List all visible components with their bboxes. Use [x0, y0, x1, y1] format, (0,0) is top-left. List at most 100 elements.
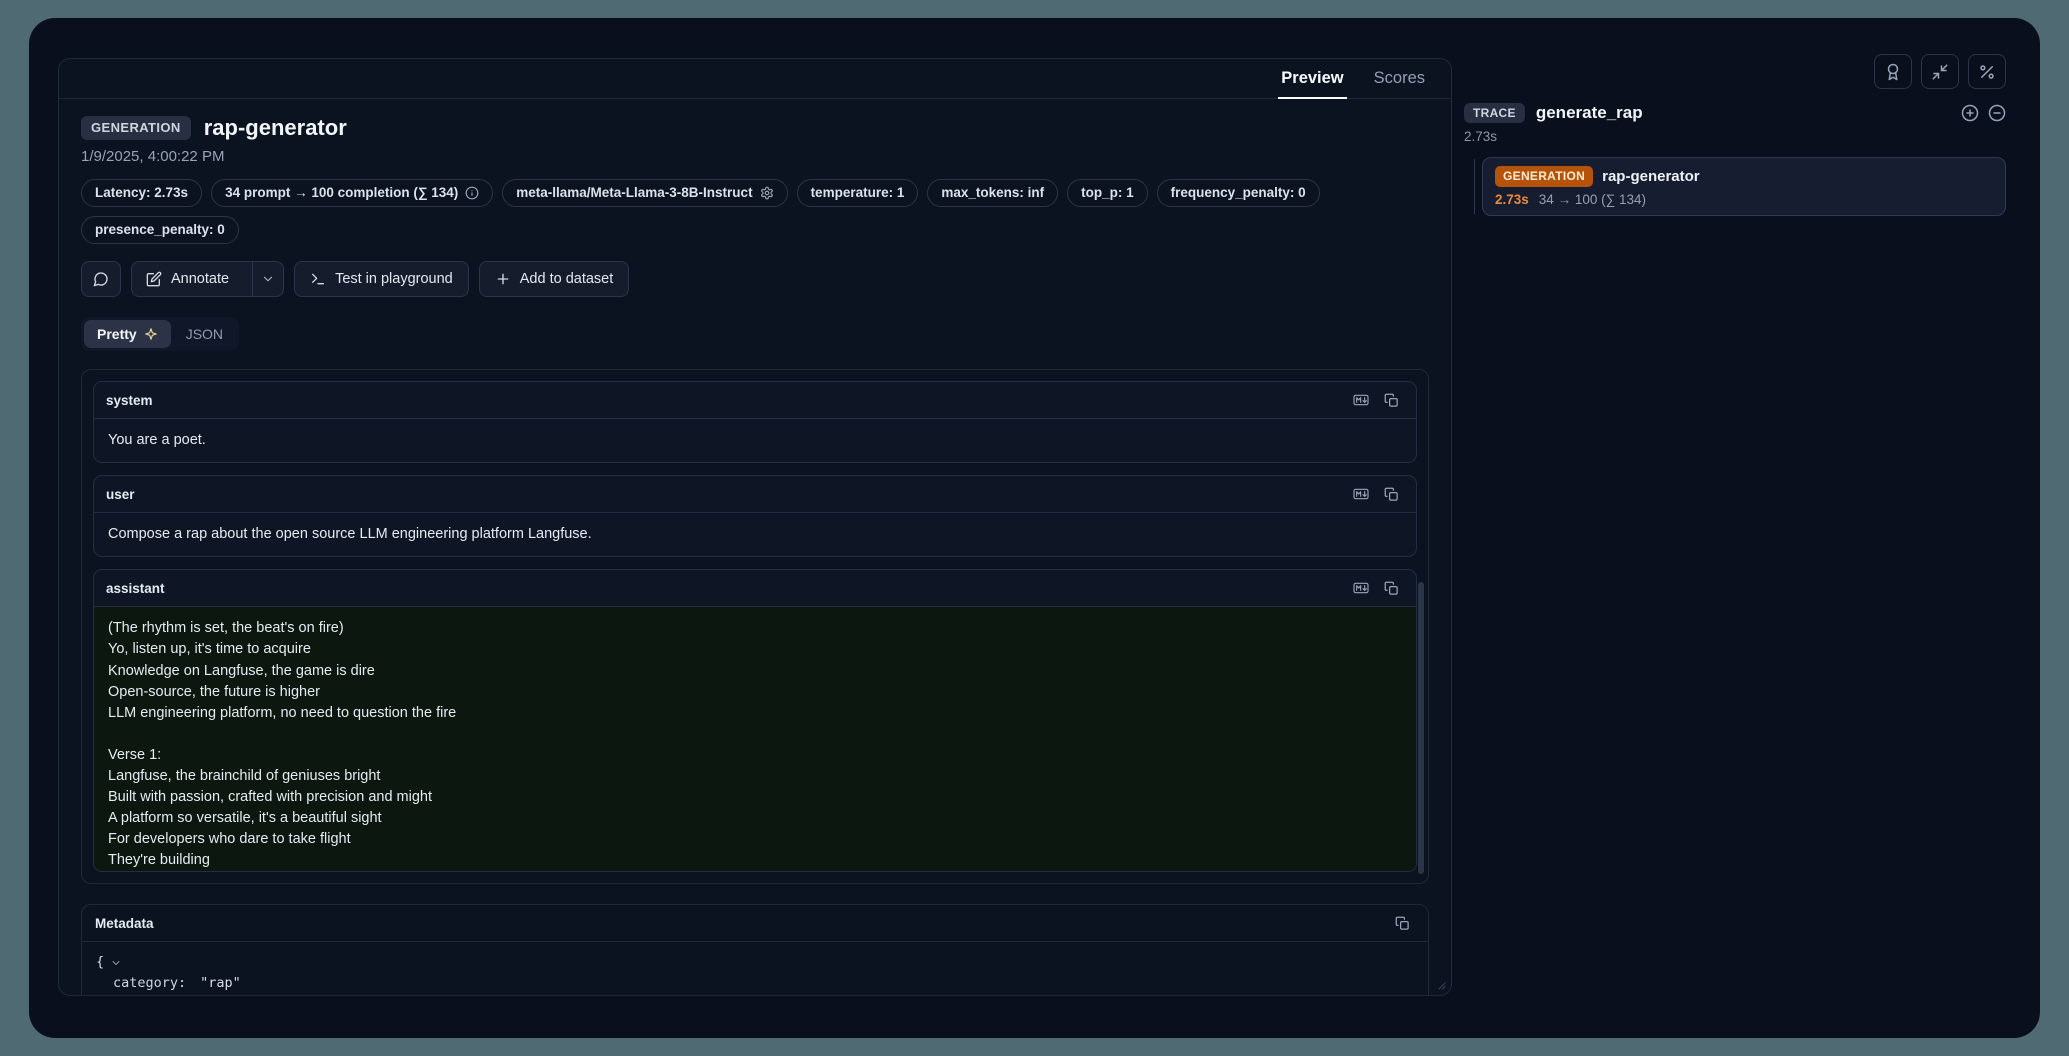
- view-mode-toggle: Pretty JSON: [81, 317, 239, 351]
- copy-icon: [1384, 487, 1399, 502]
- top-p-badge-label: top_p: 1: [1081, 184, 1134, 202]
- token-usage-label: 34 prompt → 100 completion (∑ 134): [225, 184, 458, 202]
- tab-preview-label: Preview: [1281, 69, 1343, 88]
- markdown-icon: [1353, 486, 1369, 502]
- observation-actions: Annotate Test in playground: [81, 261, 1429, 297]
- show-metrics-button[interactable]: [1968, 54, 2006, 89]
- presence-penalty-badge-label: presence_penalty: 0: [95, 221, 225, 239]
- tree-generation-badge: GENERATION: [1495, 166, 1593, 187]
- message-header: system: [94, 382, 1416, 419]
- temperature-badge: temperature: 1: [797, 179, 919, 207]
- message-card-user: user: [93, 475, 1417, 557]
- message-card-system: system: [93, 381, 1417, 463]
- observation-title: rap-generator: [204, 115, 347, 141]
- tab-scores-label: Scores: [1374, 69, 1425, 88]
- copy-message-button[interactable]: [1378, 388, 1404, 412]
- view-json-button[interactable]: JSON: [173, 320, 236, 348]
- scores-award-button[interactable]: [1874, 54, 1912, 89]
- annotate-label: Annotate: [171, 271, 229, 287]
- messages-scrollbar-thumb[interactable]: [1418, 582, 1424, 874]
- tab-scores[interactable]: Scores: [1360, 59, 1439, 98]
- message-role: system: [106, 393, 153, 408]
- observation-detail-card: Preview Scores GENERATION rap-generator …: [58, 58, 1452, 996]
- observation-type-badge: GENERATION: [81, 116, 191, 140]
- message-content: You are a poet.: [94, 419, 1416, 462]
- json-open-brace: {: [96, 952, 104, 972]
- annotate-split-button: Annotate: [131, 261, 284, 297]
- add-to-dataset-button[interactable]: Add to dataset: [479, 261, 630, 297]
- tree-item-rap-generator[interactable]: GENERATION rap-generator 2.73s 34 → 100 …: [1482, 157, 2006, 216]
- observation-header: GENERATION rap-generator: [81, 115, 1429, 141]
- tree-item-duration: 2.73s: [1495, 192, 1529, 207]
- annotate-dropdown-button[interactable]: [252, 262, 283, 296]
- message-tools: [1348, 576, 1404, 600]
- comments-button[interactable]: [81, 261, 121, 297]
- markdown-icon: [1353, 392, 1369, 408]
- chevron-down-icon: [261, 272, 275, 286]
- trace-panel-toolbar: [1464, 54, 2006, 89]
- copy-message-button[interactable]: [1378, 482, 1404, 506]
- view-pretty-button[interactable]: Pretty: [84, 320, 171, 348]
- markdown-toggle-button[interactable]: [1348, 576, 1374, 600]
- observation-tree: GENERATION rap-generator 2.73s 34 → 100 …: [1464, 157, 2006, 216]
- add-to-dataset-label: Add to dataset: [520, 271, 614, 287]
- token-usage-badge[interactable]: 34 prompt → 100 completion (∑ 134): [211, 179, 493, 207]
- plus-icon: [495, 271, 511, 287]
- markdown-icon: [1353, 580, 1369, 596]
- markdown-toggle-button[interactable]: [1348, 482, 1374, 506]
- latency-badge: Latency: 2.73s: [81, 179, 202, 207]
- metadata-card: Metadata { category:: [81, 904, 1429, 995]
- annotate-button[interactable]: Annotate: [132, 262, 243, 296]
- collapse-json-button[interactable]: [110, 957, 122, 969]
- model-settings-gear-icon[interactable]: [760, 186, 774, 200]
- terminal-icon: [310, 271, 326, 287]
- tree-indent-guide: [1474, 159, 1475, 214]
- tree-item-tokens: 34 → 100 (∑ 134): [1539, 192, 1646, 207]
- circle-plus-icon: [1961, 104, 1979, 122]
- model-badge-label: meta-llama/Meta-Llama-3-8B-Instruct: [516, 184, 752, 202]
- trace-header: TRACE generate_rap: [1464, 103, 2006, 123]
- frequency-penalty-badge-label: frequency_penalty: 0: [1171, 184, 1306, 202]
- sparkles-icon: [144, 327, 158, 341]
- percent-icon: [1978, 63, 1996, 81]
- copy-message-button[interactable]: [1378, 576, 1404, 600]
- trace-name: generate_rap: [1536, 103, 1950, 123]
- award-icon: [1884, 63, 1902, 81]
- copy-icon: [1384, 581, 1399, 596]
- message-card-assistant: assistant: [93, 569, 1417, 872]
- circle-minus-icon: [1988, 104, 2006, 122]
- tree-item-name: rap-generator: [1602, 168, 1700, 185]
- message-role: assistant: [106, 581, 165, 596]
- observation-timestamp: 1/9/2025, 4:00:22 PM: [81, 148, 1429, 165]
- tree-zoom-controls: [1961, 104, 2006, 122]
- json-value: "rap": [200, 973, 241, 993]
- json-close-brace: }: [96, 993, 104, 995]
- message-role: user: [106, 487, 135, 502]
- copy-metadata-button[interactable]: [1389, 911, 1415, 935]
- frequency-penalty-badge: frequency_penalty: 0: [1157, 179, 1320, 207]
- collapse-all-button[interactable]: [1988, 104, 2006, 122]
- test-in-playground-button[interactable]: Test in playground: [294, 261, 469, 297]
- presence-penalty-badge: presence_penalty: 0: [81, 216, 239, 244]
- expand-all-button[interactable]: [1961, 104, 1979, 122]
- max-tokens-badge-label: max_tokens: inf: [941, 184, 1044, 202]
- markdown-toggle-button[interactable]: [1348, 388, 1374, 412]
- model-badge[interactable]: meta-llama/Meta-Llama-3-8B-Instruct: [502, 179, 787, 207]
- trace-type-badge: TRACE: [1464, 103, 1525, 123]
- trace-tree-panel: TRACE generate_rap 2.73s: [1464, 54, 2006, 216]
- preview-scores-tabbar: Preview Scores: [59, 59, 1451, 99]
- tab-preview[interactable]: Preview: [1267, 59, 1357, 98]
- messages-container: system: [81, 369, 1429, 884]
- edit-pencil-icon: [146, 271, 162, 287]
- view-pretty-label: Pretty: [97, 326, 137, 342]
- tree-item-metrics: 2.73s 34 → 100 (∑ 134): [1495, 192, 1993, 207]
- message-header: assistant: [94, 570, 1416, 607]
- message-content: (The rhythm is set, the beat's on fire) …: [94, 607, 1416, 872]
- collapse-panel-button[interactable]: [1921, 54, 1959, 89]
- message-tools: [1348, 482, 1404, 506]
- copy-icon: [1384, 393, 1399, 408]
- resize-handle[interactable]: [1433, 977, 1447, 991]
- minimize-icon: [1931, 63, 1949, 81]
- comment-bubble-icon: [93, 271, 109, 287]
- metadata-title: Metadata: [95, 916, 154, 931]
